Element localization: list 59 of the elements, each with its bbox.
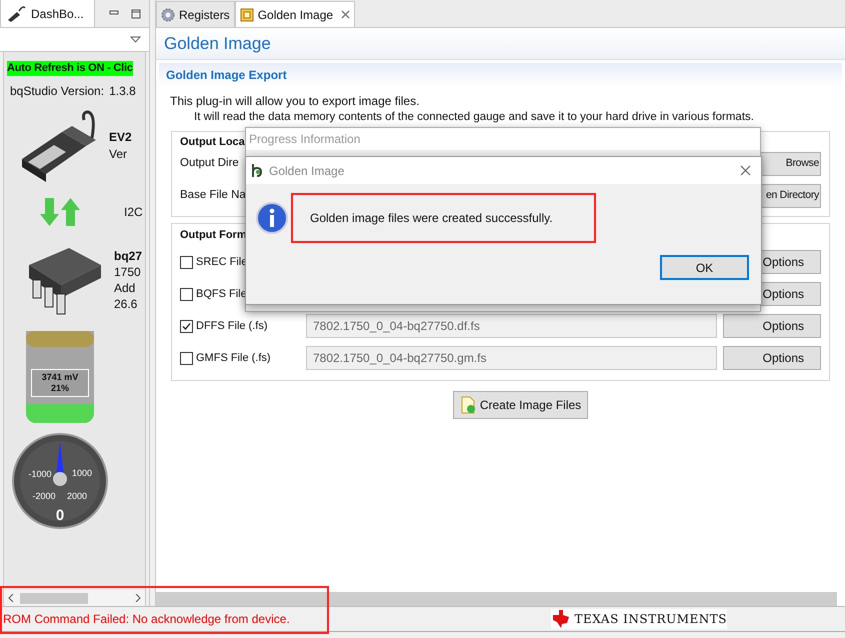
checkbox[interactable] (180, 352, 193, 364)
section-title: Golden Image Export (166, 67, 287, 84)
editor-tab[interactable]: Golden Image (234, 1, 356, 27)
create-image-files-button[interactable]: Create Image Files (452, 391, 588, 419)
horizontal-scrollbar[interactable] (4, 590, 145, 606)
checkbox-label: GMFS File (.fs) (196, 350, 272, 366)
gauge-label: -1000 (28, 469, 52, 479)
file-name-field[interactable]: 7802.1750_0_04-bq27750.gm.fs (306, 346, 717, 370)
page-title: Golden Image (164, 32, 271, 55)
app-icon (251, 162, 263, 178)
options-button[interactable]: Options (723, 314, 821, 338)
transfer-arrows-icon (40, 196, 80, 228)
company-logo-text: TEXAS INSTRUMENTS (574, 611, 727, 628)
info-icon (256, 202, 288, 234)
description-text: It will read the data memory contents of the connected gauge and save it to your hard drive in various formats. (193, 110, 755, 125)
status-message: ROM Command Failed: No acknowledge from device. (3, 611, 290, 628)
checkbox[interactable] (180, 288, 193, 300)
gear-icon (161, 8, 175, 22)
panel-tab[interactable]: DashBo... (0, 0, 95, 27)
chip-icon (240, 8, 254, 22)
voltage-text: 3741 mV (42, 372, 78, 383)
gauge-label: 2000 (66, 491, 88, 501)
field-label: Output Dire (180, 156, 239, 172)
checkbox[interactable] (180, 256, 193, 268)
interface-text: I2C (124, 204, 143, 221)
dialog-message: Golden image files were created successfully. (310, 210, 553, 227)
close-icon[interactable] (740, 165, 751, 176)
gauge-label: -2000 (32, 491, 56, 501)
device-text: bq27 (114, 248, 142, 264)
options-button[interactable]: Options (723, 346, 821, 370)
checkbox[interactable] (180, 320, 193, 332)
battery-cap (26, 331, 94, 347)
version-value: 1.3.8 (109, 83, 136, 100)
editor-tab[interactable]: Registers (156, 1, 235, 27)
dropdown-icon[interactable] (130, 36, 141, 43)
group-title: Output Loca (180, 135, 245, 150)
adapter-text: EV2 (109, 129, 132, 146)
file-icon (460, 396, 476, 414)
maximize-icon[interactable] (131, 9, 141, 19)
device-text: Add (114, 280, 136, 296)
ok-button[interactable]: OK (660, 255, 749, 280)
gauge-label: 1000 (72, 468, 92, 478)
version-label: bqStudio Version: (10, 83, 104, 100)
horizontal-scrollbar[interactable] (156, 592, 837, 606)
description-text: This plug-in will allow you to export image files. (170, 93, 420, 109)
dialog-title: Golden Image (269, 162, 346, 180)
close-icon[interactable] (341, 10, 350, 19)
gauge-reading: 0 (56, 507, 64, 524)
auto-refresh-banner[interactable]: Auto Refresh is ON - Clic (7, 61, 133, 76)
gauge-needle (53, 441, 67, 486)
charge-text: 21% (50, 383, 69, 394)
file-name-field[interactable]: 7802.1750_0_04-bq27750.df.fs (306, 314, 717, 338)
checkbox-label: DFFS File (.fs) (196, 318, 268, 334)
adapter-text: Ver (109, 146, 128, 163)
device-text: 1750 (114, 264, 142, 280)
device-text: 26.6 (114, 296, 138, 312)
logo-icon (550, 609, 571, 629)
dialog-title: Progress Information (249, 131, 360, 148)
field-label: Base File Na (180, 188, 246, 204)
